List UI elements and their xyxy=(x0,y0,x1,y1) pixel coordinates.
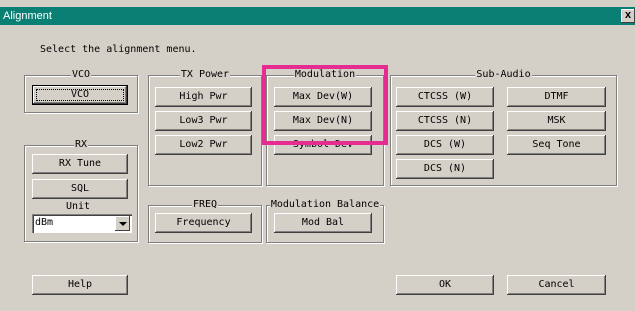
close-icon[interactable]: x xyxy=(621,9,635,23)
mod-bal-button[interactable]: Mod Bal xyxy=(274,213,372,233)
sql-button[interactable]: SQL xyxy=(32,179,128,199)
vco-legend: VCO xyxy=(70,69,92,80)
ctcss-n-button[interactable]: CTCSS (N) xyxy=(396,111,494,131)
unit-select[interactable]: dBm xyxy=(32,214,132,233)
dcs-w-button[interactable]: DCS (W) xyxy=(396,135,494,155)
vco-button[interactable]: VCO xyxy=(32,85,128,105)
ok-button[interactable]: OK xyxy=(396,275,494,295)
freq-legend: FREQ xyxy=(191,199,219,210)
help-button[interactable]: Help xyxy=(32,275,128,295)
title-bar: Alignment x xyxy=(0,7,635,25)
instruction-text: Select the alignment menu. xyxy=(40,44,197,55)
mod-balance-legend: Modulation Balance xyxy=(269,199,381,210)
unit-label: Unit xyxy=(66,201,91,212)
rx-tune-button[interactable]: RX Tune xyxy=(32,154,128,174)
tx-power-legend: TX Power xyxy=(179,69,231,80)
seq-tone-button[interactable]: Seq Tone xyxy=(507,135,606,155)
unit-select-value: dBm xyxy=(35,217,54,228)
chevron-down-icon[interactable] xyxy=(115,216,130,231)
window-title: Alignment xyxy=(3,10,52,22)
rx-legend: RX xyxy=(73,139,89,150)
alignment-window: Alignment x Select the alignment menu. V… xyxy=(0,0,635,311)
cancel-button[interactable]: Cancel xyxy=(507,275,606,295)
highlight-box xyxy=(262,65,388,145)
dcs-n-button[interactable]: DCS (N) xyxy=(396,159,494,179)
high-pwr-button[interactable]: High Pwr xyxy=(155,87,252,107)
frequency-button[interactable]: Frequency xyxy=(155,213,252,233)
low2-pwr-button[interactable]: Low2 Pwr xyxy=(155,135,252,155)
dtmf-button[interactable]: DTMF xyxy=(507,87,606,107)
ctcss-w-button[interactable]: CTCSS (W) xyxy=(396,87,494,107)
sub-audio-legend: Sub-Audio xyxy=(475,69,532,80)
low3-pwr-button[interactable]: Low3 Pwr xyxy=(155,111,252,131)
msk-button[interactable]: MSK xyxy=(507,111,606,131)
